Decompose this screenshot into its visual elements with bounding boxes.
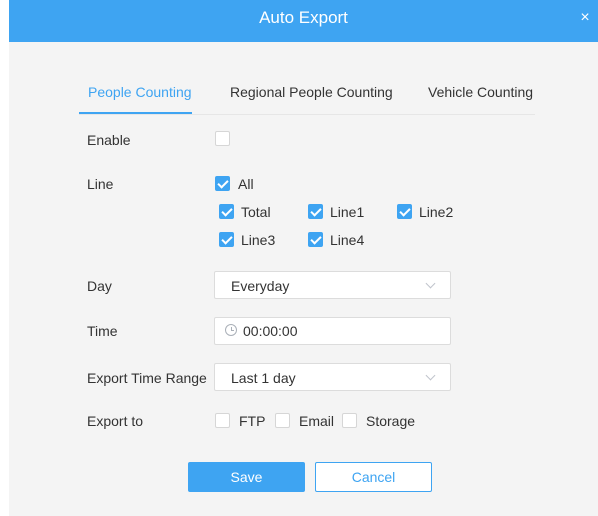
tab-vehicle-counting[interactable]: Vehicle Counting: [428, 84, 533, 100]
line-label: Line: [87, 176, 114, 192]
tab-bar: People Counting Regional People Counting…: [79, 84, 535, 115]
line-all-label: All: [238, 176, 254, 192]
clock-icon: [225, 324, 237, 336]
chevron-down-icon: [425, 370, 436, 381]
chevron-down-icon: [425, 278, 436, 289]
export-ftp-label: FTP: [239, 413, 266, 429]
export-time-range-select[interactable]: Last 1 day: [214, 363, 451, 391]
export-email-label: Email: [299, 413, 335, 429]
cancel-button[interactable]: Cancel: [315, 462, 432, 492]
line3-checkbox[interactable]: [219, 232, 234, 247]
day-label: Day: [87, 278, 112, 294]
save-button[interactable]: Save: [188, 462, 305, 492]
line4-checkbox[interactable]: [308, 232, 323, 247]
active-tab-indicator: [79, 112, 192, 114]
export-ftp-checkbox[interactable]: [215, 413, 230, 428]
export-time-range-value: Last 1 day: [231, 370, 296, 386]
tab-people-counting[interactable]: People Counting: [88, 84, 192, 100]
export-email-checkbox[interactable]: [275, 413, 290, 428]
line1-label: Line1: [330, 204, 365, 220]
day-select-value: Everyday: [231, 278, 290, 294]
export-storage-checkbox[interactable]: [342, 413, 357, 428]
line-all-checkbox[interactable]: [215, 176, 230, 191]
enable-label: Enable: [87, 132, 131, 148]
time-input-value: 00:00:00: [243, 323, 298, 339]
line1-checkbox[interactable]: [308, 204, 323, 219]
line-total-label: Total: [241, 204, 271, 220]
time-label: Time: [87, 323, 118, 339]
dialog-header: Auto Export ×: [9, 0, 598, 42]
tab-regional-people-counting[interactable]: Regional People Counting: [230, 84, 393, 100]
enable-checkbox[interactable]: [215, 131, 230, 146]
line-total-checkbox[interactable]: [219, 204, 234, 219]
close-icon[interactable]: ×: [578, 8, 592, 28]
line4-label: Line4: [330, 232, 365, 248]
export-time-range-label: Export Time Range: [87, 370, 207, 386]
line2-label: Line2: [419, 204, 454, 220]
time-input[interactable]: 00:00:00: [214, 317, 451, 345]
dialog-title: Auto Export: [259, 8, 348, 27]
export-storage-label: Storage: [366, 413, 416, 429]
export-to-label: Export to: [87, 413, 144, 429]
line3-label: Line3: [241, 232, 276, 248]
line2-checkbox[interactable]: [397, 204, 412, 219]
day-select[interactable]: Everyday: [214, 271, 451, 299]
